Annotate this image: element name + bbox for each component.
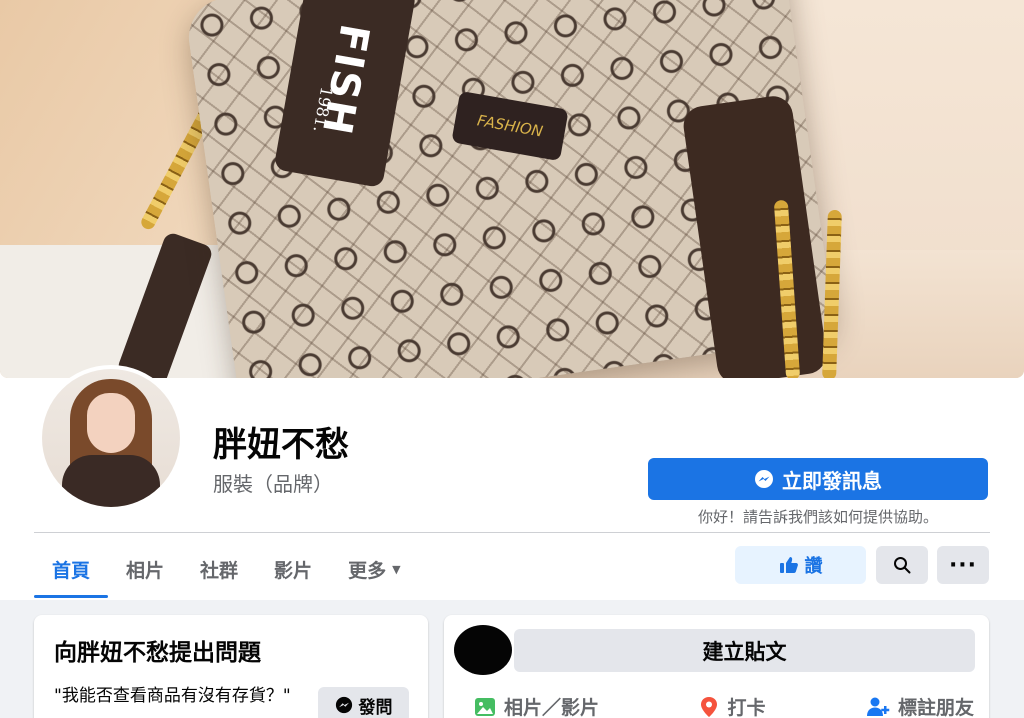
ask-card-title: 向胖妞不愁提出問題 xyxy=(54,640,261,666)
messenger-icon xyxy=(755,470,773,488)
tag-friends-button[interactable]: 標註朋友 xyxy=(866,693,974,718)
profile-avatar[interactable] xyxy=(38,365,184,511)
avatar-photo xyxy=(42,369,180,507)
tab-community[interactable]: 社群 xyxy=(182,540,256,598)
photo-icon xyxy=(475,697,495,716)
search-icon xyxy=(894,557,911,574)
tab-label: 影片 xyxy=(274,559,313,582)
page-tabs: 首頁 相片 社群 影片 更多 ▼ xyxy=(34,540,419,598)
tab-label: 相片 xyxy=(126,559,165,582)
tab-videos[interactable]: 影片 xyxy=(256,540,330,598)
tag-friends-icon xyxy=(866,697,890,716)
tab-label: 社群 xyxy=(200,559,239,582)
ellipsis-icon: ··· xyxy=(948,552,978,578)
create-post-label: 建立貼文 xyxy=(702,639,787,664)
tab-label: 首頁 xyxy=(52,559,91,582)
suggested-question[interactable]: "我能否查看商品有沒有存貨？" xyxy=(54,683,314,709)
like-label: 讚 xyxy=(804,556,823,577)
check-in-label: 打卡 xyxy=(727,697,766,718)
create-post-card: 建立貼文 相片／影片 打卡 標註朋友 xyxy=(444,615,989,718)
tab-more[interactable]: 更多 ▼ xyxy=(330,540,418,598)
create-post-button[interactable]: 建立貼文 xyxy=(514,629,975,672)
more-options-button[interactable]: ··· xyxy=(937,546,989,584)
user-avatar[interactable] xyxy=(454,625,512,675)
avatar-body xyxy=(62,455,160,507)
message-hint: 你好！請告訴我們該如何提供協助。 xyxy=(697,508,938,526)
ask-question-card: 向胖妞不愁提出問題 "我能否查看商品有沒有存貨？" 發問 xyxy=(34,615,428,718)
like-button[interactable]: 讚 xyxy=(735,546,866,584)
send-message-button[interactable]: 立即發訊息 xyxy=(648,458,988,500)
caret-down-icon: ▼ xyxy=(392,562,401,576)
ask-button-label: 發問 xyxy=(358,697,393,718)
thumbs-up-icon xyxy=(779,557,798,573)
avatar-face xyxy=(87,393,135,453)
photo-video-label: 相片／影片 xyxy=(504,697,600,718)
tab-label: 更多 xyxy=(348,559,387,582)
send-message-label: 立即發訊息 xyxy=(782,468,882,493)
tag-friends-label: 標註朋友 xyxy=(897,697,974,718)
tab-home[interactable]: 首頁 xyxy=(34,540,109,598)
check-in-button[interactable]: 打卡 xyxy=(699,693,766,718)
search-button[interactable] xyxy=(876,546,928,584)
tab-photos[interactable]: 相片 xyxy=(108,540,182,598)
messenger-icon xyxy=(335,696,352,714)
photo-video-button[interactable]: 相片／影片 xyxy=(474,693,599,718)
page-category: 服裝（品牌） xyxy=(213,472,333,496)
page-title: 胖妞不愁 xyxy=(213,425,349,465)
header-divider xyxy=(34,532,990,533)
cover-photo[interactable]: FISH 1981. FASHION xyxy=(0,0,1024,378)
location-pin-icon xyxy=(701,696,718,717)
post-actions: 相片／影片 打卡 標註朋友 xyxy=(474,693,974,718)
ask-button[interactable]: 發問 xyxy=(318,687,409,718)
